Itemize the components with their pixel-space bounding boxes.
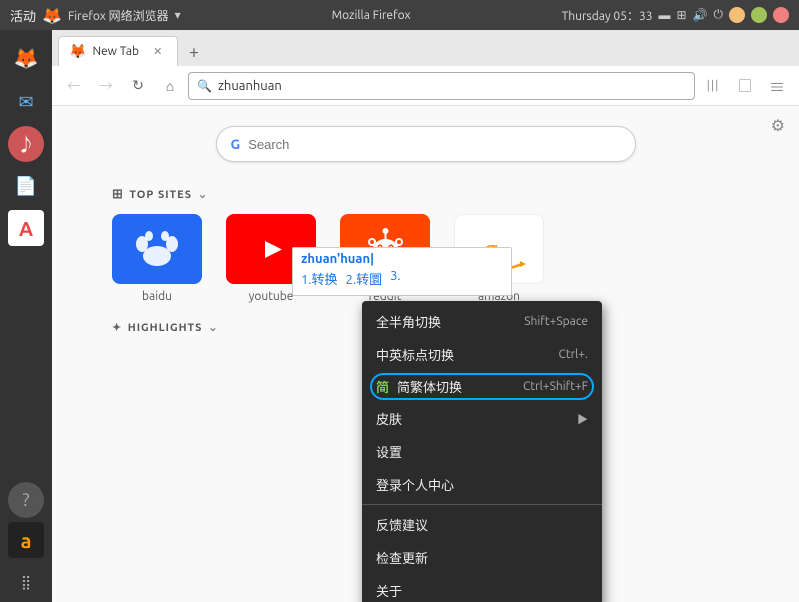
site-thumb-baidu [112, 214, 202, 284]
ctx-label-simp-trad-text: 简繁体切换 [397, 377, 523, 396]
reload-button[interactable]: ↻ [124, 72, 152, 100]
highlights-icon: ✦ [112, 321, 122, 334]
app-name-label: Firefox 网络浏览器 [68, 7, 169, 24]
sidebar-item-amazon[interactable]: a [8, 522, 44, 558]
ctx-item-skin[interactable]: 皮肤 ▶ [362, 402, 602, 435]
address-bar[interactable]: 🔍 zhuanhuan [188, 72, 695, 100]
tab-close-button[interactable]: ✕ [153, 45, 162, 58]
ctx-label-fullhalf: 全半角切换 [376, 312, 441, 331]
ctx-item-punctuation[interactable]: 中英标点切换 Ctrl+. [362, 338, 602, 371]
window-title: Mozilla Firefox [332, 9, 411, 22]
ime-cand3-num: 3. [390, 269, 401, 283]
bookmarks-icon[interactable]: ||| [699, 72, 727, 100]
ime-cand1-num: 1. [301, 273, 312, 287]
tab-favicon: 🦊 [69, 43, 86, 60]
title-bar-left: 活动 🦊 Firefox 网络浏览器 ▾ [10, 6, 181, 25]
app-dropdown-arrow[interactable]: ▾ [175, 8, 181, 22]
nav-bar: ← → ↻ ⌂ 🔍 zhuanhuan ||| □ ≡ [52, 66, 799, 106]
sidebar-item-music[interactable]: ♪ [8, 126, 44, 162]
address-search-icon: 🔍 [197, 79, 212, 93]
ime-candidates: 1.转换 2.转圜 3. [301, 266, 503, 291]
ctx-label-login: 登录个人中心 [376, 475, 454, 494]
ctx-item-settings[interactable]: 设置 [362, 435, 602, 468]
app-sidebar: 🦊 ✉ ♪ 📄 A ? a ⣿ [0, 30, 52, 602]
volume-icon: 🔊 [693, 8, 708, 22]
site-label-youtube: youtube [249, 290, 294, 303]
ime-input-text: zhuan'huan| [301, 252, 503, 266]
home-button[interactable]: ⌂ [156, 72, 184, 100]
context-menu: 全半角切换 Shift+Space 中英标点切换 Ctrl+. 简 简繁体切换 … [362, 301, 602, 602]
ctx-label-skin: 皮肤 [376, 409, 402, 428]
title-bar: 活动 🦊 Firefox 网络浏览器 ▾ Mozilla Firefox Thu… [0, 0, 799, 30]
google-search-bar[interactable]: G [216, 126, 636, 162]
menu-button[interactable]: ≡ [763, 72, 791, 100]
ctx-label-punctuation: 中英标点切换 [376, 345, 454, 364]
browser-window: 🦊 New Tab ✕ + ← → ↻ ⌂ 🔍 zhuanhuan ||| □ … [52, 30, 799, 602]
ime-cand2-num: 2. [346, 273, 357, 287]
activities-label[interactable]: 活动 [10, 6, 36, 25]
firefox-icon: 🦊 [42, 6, 62, 25]
search-area: G [52, 106, 799, 177]
ctx-shortcut-punctuation: Ctrl+. [559, 348, 588, 361]
back-button[interactable]: ← [60, 72, 88, 100]
top-sites-grid-icon: ⊞ [112, 187, 123, 202]
settings-gear-button[interactable]: ⚙ [771, 116, 785, 135]
maximize-button[interactable] [751, 7, 767, 23]
ctx-item-simp-trad[interactable]: 简 简繁体切换 Ctrl+Shift+F [362, 371, 602, 402]
ctx-label-update: 检查更新 [376, 548, 428, 567]
new-tab-content: ⚙ G zhuan'huan| 1.转换 2.转圜 3. [52, 106, 799, 602]
highlights-chevron[interactable]: ⌄ [208, 321, 218, 334]
close-button[interactable] [773, 7, 789, 23]
site-label-baidu: baidu [142, 290, 172, 303]
title-bar-right: Thursday 05：33 ▬ ⊞ 🔊 ⏻ [562, 7, 789, 24]
ctx-label-about: 关于 [376, 581, 402, 600]
ctx-label-simp-trad: 简 [376, 377, 389, 396]
top-sites-label: TOP SITES [129, 189, 192, 201]
ctx-item-login[interactable]: 登录个人中心 [362, 468, 602, 501]
battery-icon: ▬ [658, 8, 670, 22]
ctx-arrow-skin: ▶ [577, 411, 588, 427]
sidebar-item-font[interactable]: A [8, 210, 44, 246]
ctx-shortcut-simp-trad: Ctrl+Shift+F [523, 380, 588, 393]
ime-candidate-3[interactable]: 3. [390, 269, 401, 288]
time-label: Thursday 05：33 [562, 7, 653, 24]
forward-button[interactable]: → [92, 72, 120, 100]
highlights-label: HIGHLIGHTS [128, 322, 203, 334]
site-item-baidu[interactable]: baidu [112, 214, 202, 303]
nav-right: ||| □ ≡ [699, 72, 791, 100]
ctx-item-fullhalf[interactable]: 全半角切换 Shift+Space [362, 305, 602, 338]
sidebar-item-mail[interactable]: ✉ [6, 82, 46, 122]
ctx-label-feedback: 反馈建议 [376, 515, 428, 534]
power-icon[interactable]: ⏻ [714, 8, 724, 22]
youtube-logo-svg [246, 232, 296, 267]
tab-label: New Tab [92, 45, 139, 58]
google-g-icon: G [231, 136, 241, 152]
address-text: zhuanhuan [218, 79, 282, 93]
ctx-label-settings: 设置 [376, 442, 402, 461]
active-tab[interactable]: 🦊 New Tab ✕ [58, 36, 178, 66]
ctx-item-update[interactable]: 检查更新 [362, 541, 602, 574]
ime-candidate-1[interactable]: 1.转换 [301, 269, 338, 288]
minimize-button[interactable] [729, 7, 745, 23]
ctx-shortcut-fullhalf: Shift+Space [524, 315, 588, 328]
ctx-separator [362, 504, 602, 505]
baidu-logo-svg [127, 224, 187, 274]
network-icon: ⊞ [676, 8, 686, 22]
sidebar-item-files[interactable]: 📄 [6, 166, 46, 206]
sidebar-item-firefox[interactable]: 🦊 [6, 38, 46, 78]
tab-bar: 🦊 New Tab ✕ + [52, 30, 799, 66]
top-sites-header: ⊞ TOP SITES ⌄ [112, 187, 739, 202]
title-bar-center: Mozilla Firefox [332, 9, 411, 22]
ctx-item-about[interactable]: 关于 [362, 574, 602, 602]
tabs-icon[interactable]: □ [731, 72, 759, 100]
ctx-item-feedback[interactable]: 反馈建议 [362, 508, 602, 541]
ime-candidate-2[interactable]: 2.转圜 [346, 269, 383, 288]
sidebar-item-grid[interactable]: ⣿ [6, 562, 46, 602]
ime-dropdown[interactable]: zhuan'huan| 1.转换 2.转圜 3. [292, 247, 512, 296]
sidebar-item-help[interactable]: ? [8, 482, 44, 518]
new-tab-button[interactable]: + [180, 38, 208, 66]
top-sites-chevron[interactable]: ⌄ [198, 188, 208, 201]
google-search-input[interactable] [248, 137, 620, 152]
